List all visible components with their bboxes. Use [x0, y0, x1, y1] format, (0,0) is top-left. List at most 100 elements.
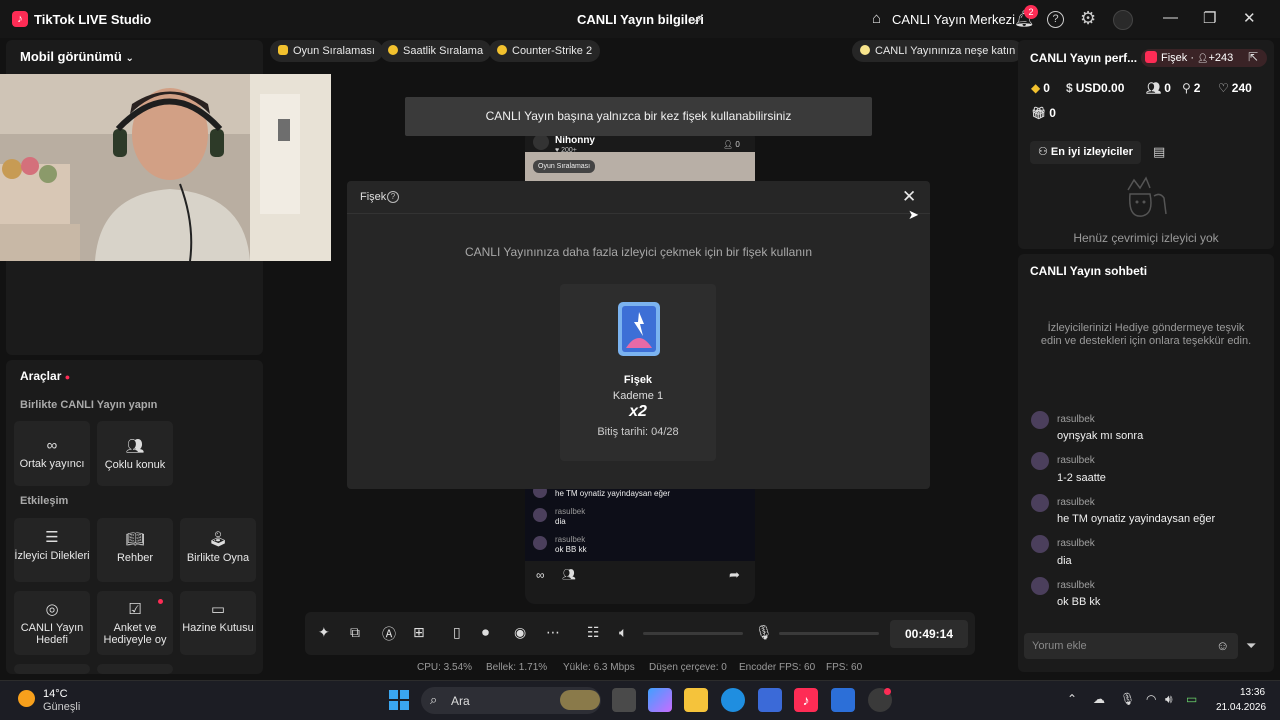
- speaker-volume-slider[interactable]: [643, 632, 743, 635]
- filter-icon[interactable]: ⏷: [1246, 638, 1256, 654]
- minimize-icon[interactable]: —: [1163, 9, 1178, 26]
- chat-avatar[interactable]: [1031, 494, 1049, 512]
- tile-play-together[interactable]: 🕹︎ Birlikte Oyna: [180, 518, 256, 582]
- live-center-link[interactable]: CANLI Yayın Merkezi: [892, 12, 1015, 27]
- tray-chevron-icon[interactable]: ⌃: [1067, 692, 1077, 706]
- chat-avatar[interactable]: [1031, 411, 1049, 429]
- chip-cheer[interactable]: CANLI Yayınınıza neşe katın: [852, 40, 1024, 62]
- comment-input[interactable]: Yorum ekle: [1024, 633, 1238, 659]
- task-view-icon[interactable]: [612, 688, 636, 712]
- firework-badge-count: +243: [1208, 52, 1234, 64]
- home-icon[interactable]: ⌂: [872, 10, 881, 27]
- add-source-icon[interactable]: ⊞: [413, 624, 425, 641]
- clock-time[interactable]: 13:36: [1240, 687, 1265, 698]
- live-icon[interactable]: ◉: [514, 624, 526, 641]
- battery-icon[interactable]: ▭: [1186, 692, 1197, 706]
- tile-co-host[interactable]: ∞ Ortak yayıncı: [14, 421, 90, 486]
- mic-tray-icon[interactable]: 🎙︎: [1120, 692, 1135, 706]
- magic-wand-icon[interactable]: ✦: [318, 624, 330, 641]
- dollar-icon: $: [1066, 81, 1073, 95]
- preview-link-icon: ∞: [536, 568, 545, 582]
- viewer-wish-icon: ☰: [45, 529, 59, 546]
- chip-game-rank[interactable]: Oyun Sıralaması: [270, 40, 383, 62]
- heart-icon: ♡: [1218, 81, 1229, 95]
- stat-upload: Yükle: 6.3 Mbps: [563, 662, 635, 673]
- tiktok-logo-icon: ♪: [12, 11, 28, 27]
- notification-badge: 2: [1024, 5, 1038, 19]
- chat-username[interactable]: rasulbek: [1057, 414, 1095, 425]
- chat-avatar[interactable]: [1031, 535, 1049, 553]
- modal-description: CANLI Yayınınıza daha fazla izleyici çek…: [464, 245, 813, 259]
- preview-chat-msg: dia: [555, 517, 566, 526]
- chat-avatar[interactable]: [1031, 577, 1049, 595]
- red-dot-icon: ●: [64, 372, 71, 382]
- weather-condition[interactable]: Güneşli: [43, 701, 80, 713]
- gear-icon[interactable]: ⚙: [1080, 8, 1096, 29]
- edge-icon[interactable]: [721, 688, 745, 712]
- app-taskbar-icon[interactable]: [831, 688, 855, 712]
- metric-value: 240: [1231, 81, 1252, 95]
- tile-partial[interactable]: [97, 664, 173, 674]
- avatar[interactable]: [1113, 10, 1133, 30]
- screen-capture-icon[interactable]: ⧉: [350, 624, 360, 641]
- mic-volume-slider[interactable]: [779, 632, 879, 635]
- chat-username[interactable]: rasulbek: [1057, 497, 1095, 508]
- onedrive-icon[interactable]: ☁: [1093, 692, 1105, 706]
- tile-poll[interactable]: ☑ Anket ve Hediyeyle oy: [97, 591, 173, 655]
- chat-username[interactable]: rasulbek: [1057, 580, 1095, 591]
- metric-gifts: 🎁︎ 0: [1031, 106, 1056, 120]
- help-icon[interactable]: ?: [387, 191, 399, 203]
- store-icon[interactable]: [758, 688, 782, 712]
- speaker-icon[interactable]: 🔈︎: [619, 624, 627, 641]
- tile-live-goal[interactable]: ◎ CANLI Yayın Hedefi: [14, 591, 90, 655]
- tiktok-live-taskbar-icon[interactable]: ♪: [794, 688, 818, 712]
- tools-title-label: Araçlar: [20, 369, 62, 383]
- mobile-view-dropdown[interactable]: Mobil görünümü ⌄: [20, 49, 134, 64]
- top-viewers-tab[interactable]: ⚇ En iyi izleyiciler: [1030, 141, 1141, 164]
- list-icon[interactable]: ▤: [1153, 144, 1165, 160]
- modal-close-icon[interactable]: ✕: [902, 187, 916, 207]
- sliders-icon[interactable]: ☷: [587, 624, 600, 641]
- ai-icon[interactable]: Ⓐ: [382, 624, 396, 644]
- help-icon[interactable]: ?: [1047, 11, 1064, 28]
- close-icon[interactable]: ✕: [1243, 9, 1256, 27]
- popout-icon[interactable]: ⇱: [1248, 50, 1258, 64]
- tile-treasure-box[interactable]: ▭ Hazine Kutusu: [180, 591, 256, 655]
- share-icon[interactable]: ⇗: [692, 11, 704, 28]
- top-viewers-label: En iyi izleyiciler: [1050, 146, 1133, 158]
- book-icon: 📖︎: [125, 531, 145, 548]
- phone-icon[interactable]: ▯: [453, 624, 461, 641]
- microphone-icon[interactable]: 🎙︎: [755, 624, 773, 641]
- copilot-icon[interactable]: [648, 688, 672, 712]
- card-multiplier: x2: [629, 403, 647, 420]
- chat-username[interactable]: rasulbek: [1057, 538, 1095, 549]
- more-icon[interactable]: ⋯: [546, 624, 560, 641]
- emoji-icon[interactable]: ☺: [1216, 638, 1229, 653]
- lightbulb-icon: [860, 45, 870, 55]
- clock-date[interactable]: 21.04.2026: [1216, 702, 1266, 713]
- chip-hourly-rank[interactable]: Saatlik Sıralama: [380, 40, 492, 62]
- search-highlight-image: [560, 690, 600, 710]
- tile-label: Hazine Kutusu: [182, 622, 254, 634]
- firework-card-svg: [618, 302, 660, 356]
- chip-game[interactable]: Counter-Strike 2: [489, 40, 601, 62]
- tile-multi-guest[interactable]: 👥︎ Çoklu konuk: [97, 421, 173, 486]
- chat-avatar[interactable]: [1031, 452, 1049, 470]
- tile-guide[interactable]: 📖︎ Rehber: [97, 518, 173, 582]
- live-info-title[interactable]: CANLI Yayın bilgileri: [577, 12, 704, 27]
- joystick-icon: 🕹︎: [208, 531, 228, 548]
- chat-username[interactable]: rasulbek: [1057, 455, 1095, 466]
- camera-preview[interactable]: [0, 74, 331, 261]
- chat-message: ok BB kk: [1057, 596, 1101, 608]
- preview-share-icon: ➦: [729, 567, 740, 582]
- file-explorer-icon[interactable]: [684, 688, 708, 712]
- preview-chat-msg: ok BB kk: [555, 545, 587, 554]
- tile-partial[interactable]: [14, 664, 90, 674]
- windows-start-icon[interactable]: [389, 690, 409, 710]
- weather-temp[interactable]: 14°C: [43, 688, 68, 700]
- restore-icon[interactable]: ❐: [1203, 9, 1216, 27]
- volume-icon[interactable]: 🔊︎: [1165, 692, 1173, 707]
- wifi-icon[interactable]: ◠: [1146, 692, 1156, 706]
- record-icon[interactable]: ⏺: [482, 624, 489, 641]
- tile-viewer-wishes[interactable]: ☰ İzleyici Dilekleri: [14, 518, 90, 582]
